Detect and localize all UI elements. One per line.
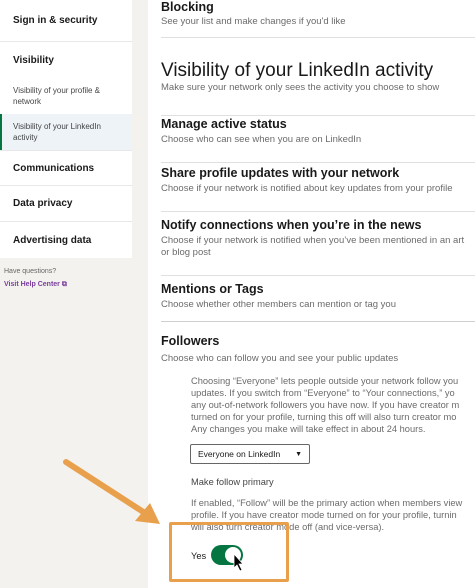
sidebar-item-visibility[interactable]: Visibility xyxy=(0,42,132,78)
row-desc: Choose whether other members can mention… xyxy=(161,299,396,310)
followers-note-line: updates. If you switch from “Everyone” t… xyxy=(191,388,455,398)
blocking-row[interactable]: Blocking See your list and make changes … xyxy=(161,0,475,38)
sidebar-item-data-privacy[interactable]: Data privacy xyxy=(0,186,132,222)
sidebar-item-label: Communications xyxy=(13,162,95,174)
sidebar-item-communications[interactable]: Communications xyxy=(0,150,132,186)
mentions-tags-row[interactable]: Mentions or Tags Choose whether other me… xyxy=(161,282,475,322)
help-section: Have questions? Visit Help Center ⧉ xyxy=(0,258,132,298)
sidebar-item-sign-in-security[interactable]: Sign in & security xyxy=(0,0,132,42)
row-title: Notify connections when you’re in the ne… xyxy=(161,218,422,232)
primary-note-line: profile. If you have creator mode turned… xyxy=(191,510,457,520)
row-desc-continued: or blog post xyxy=(161,247,211,258)
sidebar-subitem-profile-network[interactable]: Visibility of your profile & network xyxy=(0,78,132,114)
section-title: Visibility of your LinkedIn activity xyxy=(161,60,434,81)
row-title: Manage active status xyxy=(161,117,287,131)
followers-note-line: turned on for your profile, turning this… xyxy=(191,412,457,422)
blocking-desc: See your list and make changes if you'd … xyxy=(161,16,346,27)
sidebar-item-advertising-data[interactable]: Advertising data xyxy=(0,222,132,258)
share-profile-updates-row[interactable]: Share profile updates with your network … xyxy=(161,166,475,212)
row-title: Mentions or Tags xyxy=(161,282,264,296)
annotation-highlight-box xyxy=(169,522,289,582)
section-desc: Make sure your network only sees the act… xyxy=(161,82,440,93)
caret-down-icon: ▼ xyxy=(295,450,302,458)
row-desc: Choose if your network is notified about… xyxy=(161,183,453,194)
sidebar-item-label: Sign in & security xyxy=(13,15,98,26)
sidebar-item-label: Data privacy xyxy=(13,198,73,209)
make-follow-primary-label: Make follow primary xyxy=(191,477,274,487)
primary-note-line: If enabled, “Follow” will be the primary… xyxy=(191,498,463,508)
row-title: Share profile updates with your network xyxy=(161,166,400,180)
help-link-label: Visit Help Center xyxy=(4,281,60,288)
row-desc: Choose if your network is notified when … xyxy=(161,235,465,246)
followers-select[interactable]: Everyone on LinkedIn ▼ xyxy=(190,444,310,464)
followers-desc: Choose who can follow you and see your p… xyxy=(161,353,399,364)
notify-connections-row[interactable]: Notify connections when you’re in the ne… xyxy=(161,218,475,276)
sidebar-item-label: Visibility xyxy=(13,54,54,66)
manage-active-status-row[interactable]: Manage active status Choose who can see … xyxy=(161,115,475,163)
sidebar-subitem-linkedin-activity[interactable]: Visibility of your LinkedIn activity xyxy=(0,114,132,150)
help-text: Have questions? xyxy=(4,268,57,275)
help-center-link[interactable]: Visit Help Center ⧉ xyxy=(4,281,67,288)
blocking-title: Blocking xyxy=(161,0,214,14)
settings-main: Blocking See your list and make changes … xyxy=(148,0,475,588)
external-link-icon: ⧉ xyxy=(59,281,67,288)
followers-note-line: any out-of-network followers you have no… xyxy=(191,400,460,410)
select-value: Everyone on LinkedIn xyxy=(198,449,281,459)
sidebar-item-label: Advertising data xyxy=(13,234,92,246)
row-desc: Choose who can see when you are on Linke… xyxy=(161,134,362,145)
followers-note-line: Choosing “Everyone” lets people outside … xyxy=(191,376,459,386)
followers-title: Followers xyxy=(161,334,220,348)
settings-sidebar: Sign in & security Visibility Visibility… xyxy=(0,0,132,298)
sidebar-card: Sign in & security Visibility Visibility… xyxy=(0,0,132,258)
followers-note-line: Any changes you make will take effect in… xyxy=(191,424,426,434)
sidebar-item-label: Visibility of your profile & network xyxy=(13,86,100,106)
sidebar-item-label: Visibility of your LinkedIn activity xyxy=(13,122,101,142)
